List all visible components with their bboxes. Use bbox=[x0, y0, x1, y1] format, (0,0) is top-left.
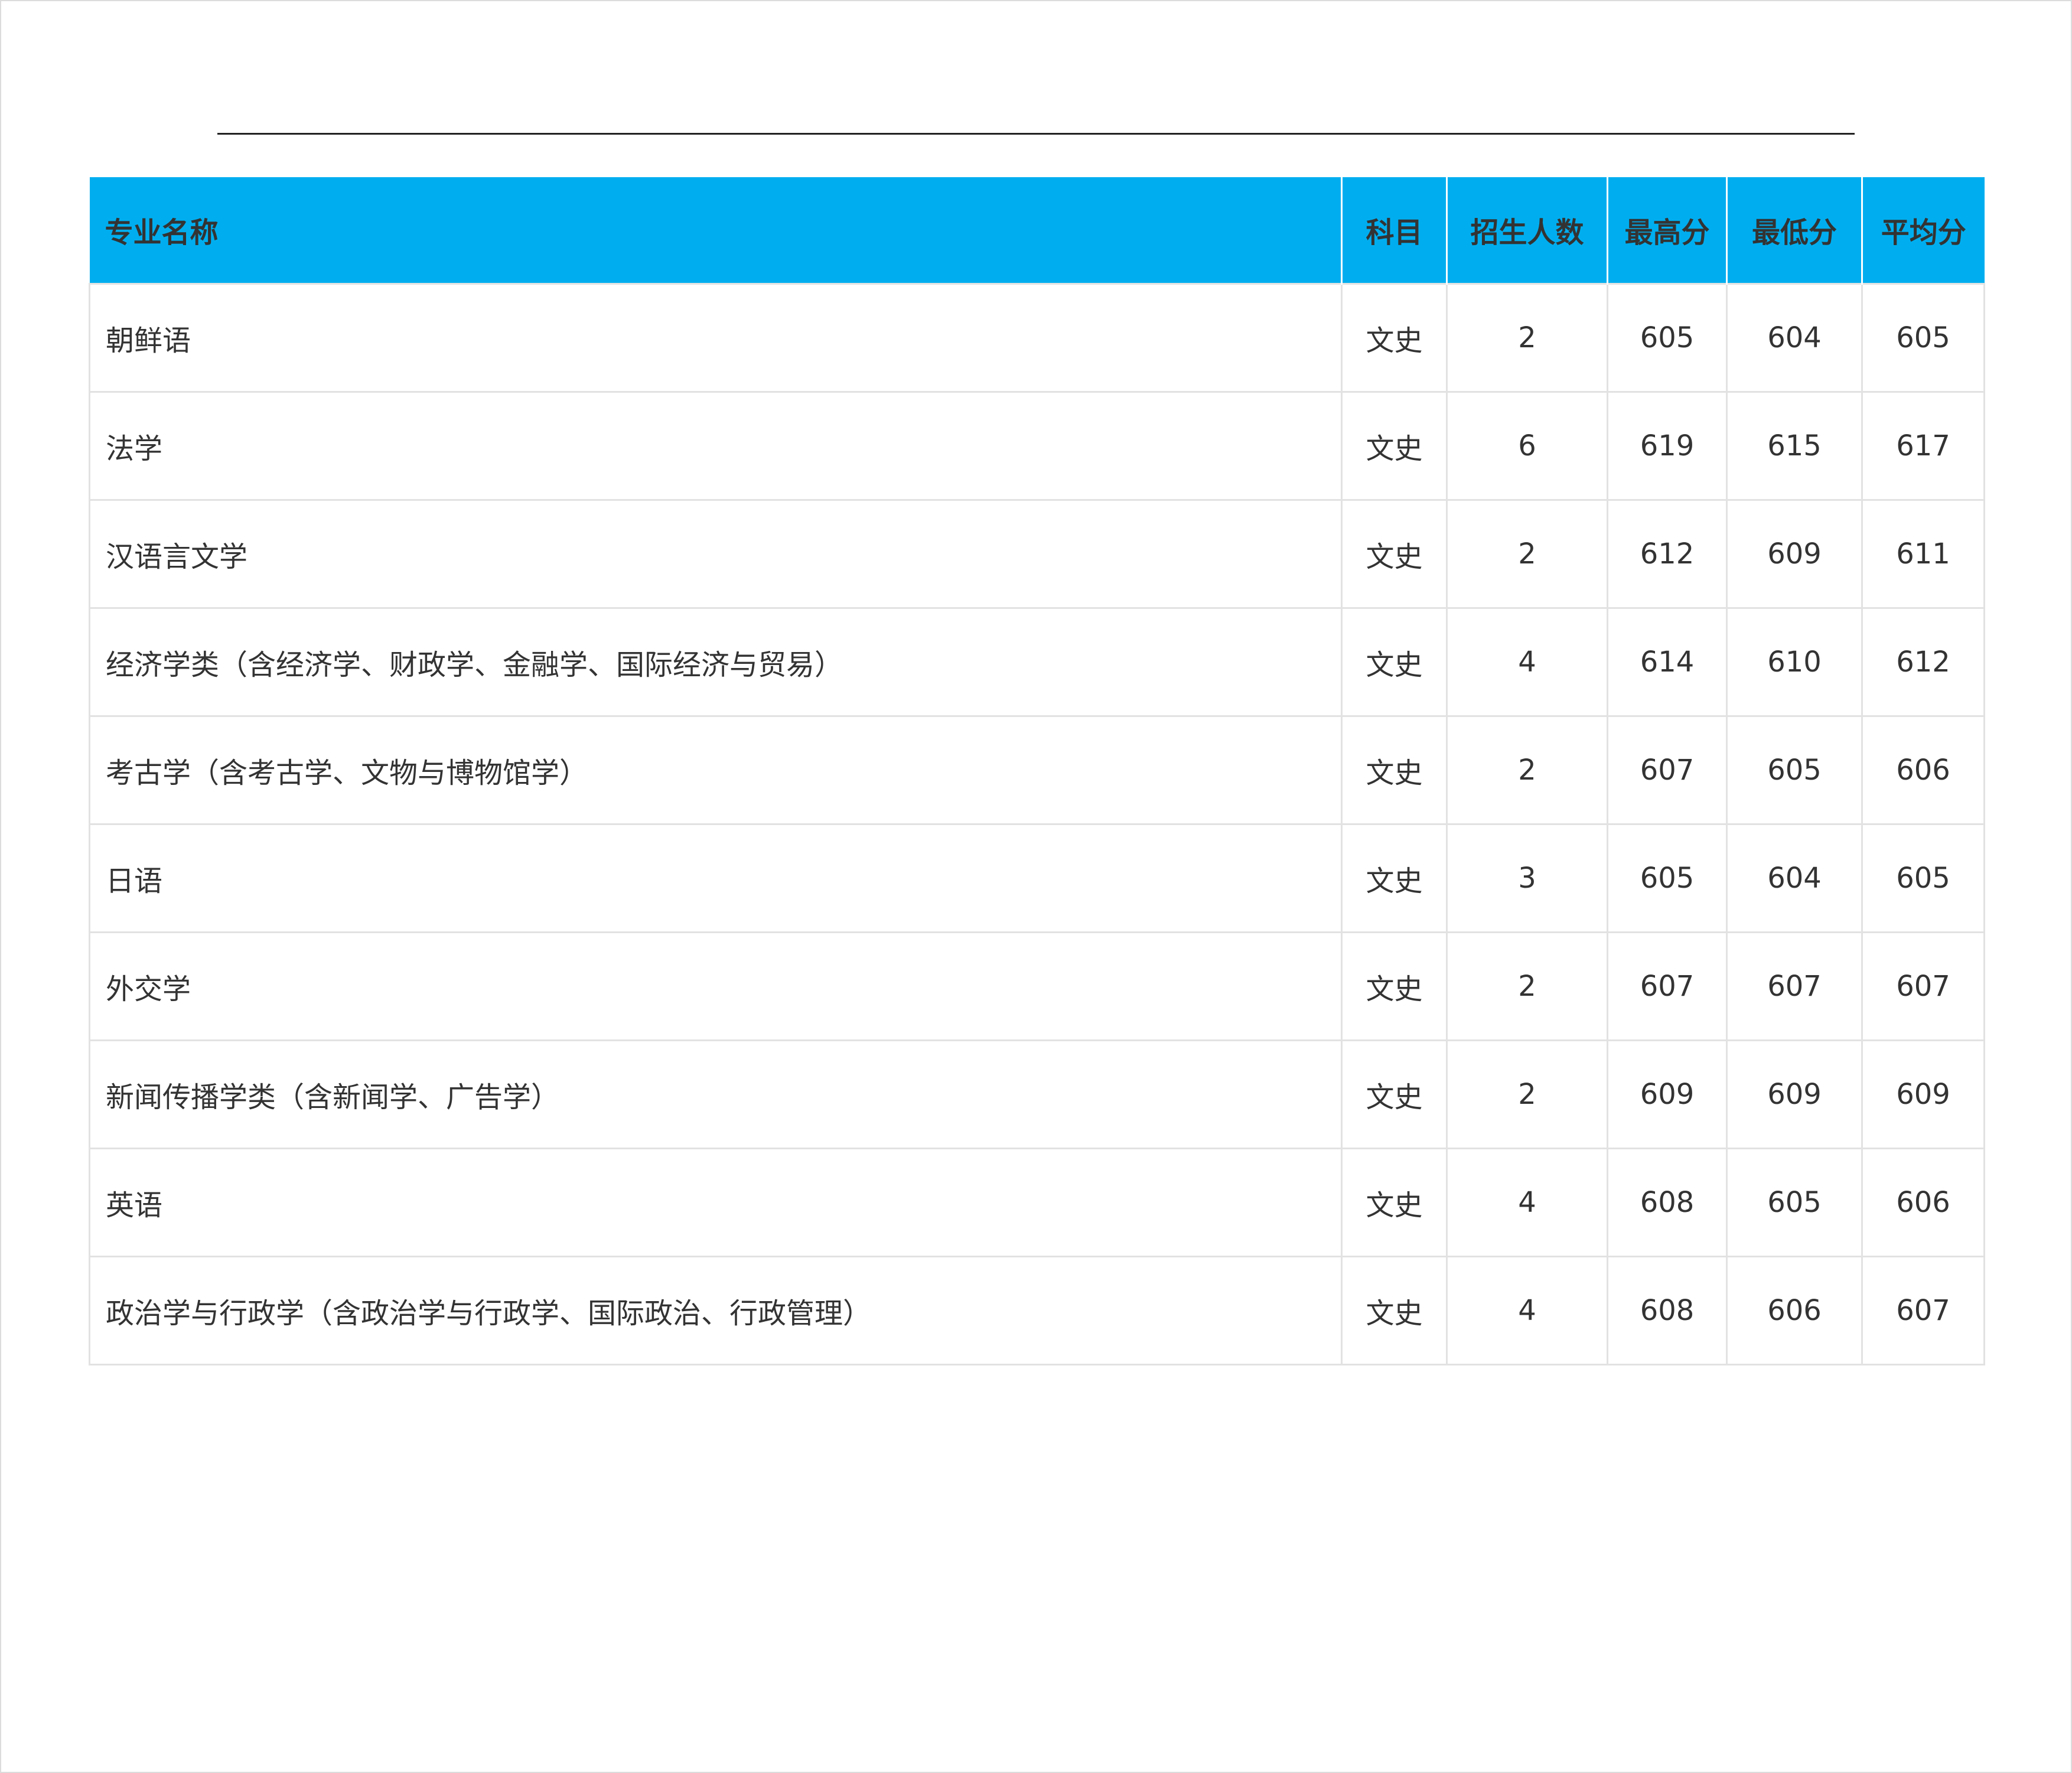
header-min-score: 最低分 bbox=[1726, 177, 1863, 283]
cell-subject: 文史 bbox=[1341, 823, 1448, 933]
cell-max-score: 609 bbox=[1607, 1039, 1728, 1149]
cell-min-score: 609 bbox=[1726, 1039, 1863, 1149]
cell-min-score: 605 bbox=[1726, 1147, 1863, 1257]
header-row: 专业名称 科目 招生人数 最高分 最低分 平均分 bbox=[89, 177, 1985, 283]
cell-major-name: 政治学与行政学（含政治学与行政学、国际政治、行政管理） bbox=[89, 1255, 1343, 1365]
table-row: 朝鲜语 文史 2 605 604 605 bbox=[89, 282, 1985, 393]
cell-min-score: 604 bbox=[1726, 823, 1863, 933]
cell-enrollment: 2 bbox=[1446, 1039, 1608, 1149]
cell-subject: 文史 bbox=[1341, 715, 1448, 825]
cell-avg-score: 606 bbox=[1861, 715, 1985, 825]
table-row: 日语 文史 3 605 604 605 bbox=[89, 823, 1985, 933]
cell-enrollment: 3 bbox=[1446, 823, 1608, 933]
table-body: 朝鲜语 文史 2 605 604 605 法学 文史 6 619 615 617… bbox=[89, 282, 1985, 1365]
header-max-score: 最高分 bbox=[1607, 177, 1728, 283]
cell-subject: 文史 bbox=[1341, 390, 1448, 501]
cell-avg-score: 607 bbox=[1861, 931, 1985, 1041]
table-row: 外交学 文史 2 607 607 607 bbox=[89, 931, 1985, 1041]
cell-major-name: 考古学（含考古学、文物与博物馆学） bbox=[89, 715, 1343, 825]
cell-avg-score: 607 bbox=[1861, 1255, 1985, 1365]
cell-subject: 文史 bbox=[1341, 1147, 1448, 1257]
cell-enrollment: 2 bbox=[1446, 931, 1608, 1041]
header-avg-score: 平均分 bbox=[1862, 177, 1985, 283]
cell-enrollment: 2 bbox=[1446, 498, 1608, 609]
header-major-name: 专业名称 bbox=[89, 177, 1343, 283]
cell-enrollment: 6 bbox=[1446, 390, 1608, 501]
table-row: 法学 文史 6 619 615 617 bbox=[89, 390, 1985, 501]
cell-max-score: 607 bbox=[1607, 715, 1728, 825]
cell-enrollment: 2 bbox=[1446, 715, 1608, 825]
table-row: 政治学与行政学（含政治学与行政学、国际政治、行政管理） 文史 4 608 606… bbox=[89, 1255, 1985, 1365]
cell-max-score: 607 bbox=[1607, 931, 1728, 1041]
scores-table: 专业名称 科目 招生人数 最高分 最低分 平均分 朝鲜语 文史 2 605 60… bbox=[89, 177, 1985, 1365]
cell-min-score: 604 bbox=[1726, 282, 1863, 393]
cell-enrollment: 2 bbox=[1446, 282, 1608, 393]
cell-min-score: 605 bbox=[1726, 715, 1863, 825]
cell-avg-score: 609 bbox=[1861, 1039, 1985, 1149]
cell-min-score: 615 bbox=[1726, 390, 1863, 501]
table-row: 经济学类（含经济学、财政学、金融学、国际经济与贸易） 文史 4 614 610 … bbox=[89, 607, 1985, 717]
cell-avg-score: 605 bbox=[1861, 282, 1985, 393]
cell-major-name: 朝鲜语 bbox=[89, 282, 1343, 393]
cell-subject: 文史 bbox=[1341, 931, 1448, 1041]
cell-max-score: 608 bbox=[1607, 1255, 1728, 1365]
top-rule bbox=[217, 133, 1855, 135]
cell-major-name: 新闻传播学类（含新闻学、广告学） bbox=[89, 1039, 1343, 1149]
cell-avg-score: 611 bbox=[1861, 498, 1985, 609]
header-enrollment: 招生人数 bbox=[1447, 177, 1608, 283]
cell-max-score: 605 bbox=[1607, 823, 1728, 933]
cell-min-score: 606 bbox=[1726, 1255, 1863, 1365]
cell-subject: 文史 bbox=[1341, 1255, 1448, 1365]
cell-major-name: 英语 bbox=[89, 1147, 1343, 1257]
cell-avg-score: 605 bbox=[1861, 823, 1985, 933]
table-row: 英语 文史 4 608 605 606 bbox=[89, 1147, 1985, 1257]
header-subject: 科目 bbox=[1341, 177, 1448, 283]
cell-subject: 文史 bbox=[1341, 498, 1448, 609]
table-row: 考古学（含考古学、文物与博物馆学） 文史 2 607 605 606 bbox=[89, 715, 1985, 825]
cell-major-name: 法学 bbox=[89, 390, 1343, 501]
cell-subject: 文史 bbox=[1341, 607, 1448, 717]
cell-major-name: 经济学类（含经济学、财政学、金融学、国际经济与贸易） bbox=[89, 607, 1343, 717]
cell-min-score: 610 bbox=[1726, 607, 1863, 717]
cell-enrollment: 4 bbox=[1446, 1147, 1608, 1257]
cell-enrollment: 4 bbox=[1446, 1255, 1608, 1365]
cell-subject: 文史 bbox=[1341, 1039, 1448, 1149]
table-header: 专业名称 科目 招生人数 最高分 最低分 平均分 bbox=[89, 177, 1985, 283]
cell-major-name: 日语 bbox=[89, 823, 1343, 933]
cell-max-score: 605 bbox=[1607, 282, 1728, 393]
cell-avg-score: 606 bbox=[1861, 1147, 1985, 1257]
cell-min-score: 607 bbox=[1726, 931, 1863, 1041]
cell-major-name: 外交学 bbox=[89, 931, 1343, 1041]
cell-avg-score: 617 bbox=[1861, 390, 1985, 501]
cell-max-score: 612 bbox=[1607, 498, 1728, 609]
cell-max-score: 608 bbox=[1607, 1147, 1728, 1257]
cell-major-name: 汉语言文学 bbox=[89, 498, 1343, 609]
cell-subject: 文史 bbox=[1341, 282, 1448, 393]
cell-max-score: 619 bbox=[1607, 390, 1728, 501]
cell-avg-score: 612 bbox=[1861, 607, 1985, 717]
table-row: 新闻传播学类（含新闻学、广告学） 文史 2 609 609 609 bbox=[89, 1039, 1985, 1149]
table-row: 汉语言文学 文史 2 612 609 611 bbox=[89, 498, 1985, 609]
cell-min-score: 609 bbox=[1726, 498, 1863, 609]
cell-max-score: 614 bbox=[1607, 607, 1728, 717]
cell-enrollment: 4 bbox=[1446, 607, 1608, 717]
